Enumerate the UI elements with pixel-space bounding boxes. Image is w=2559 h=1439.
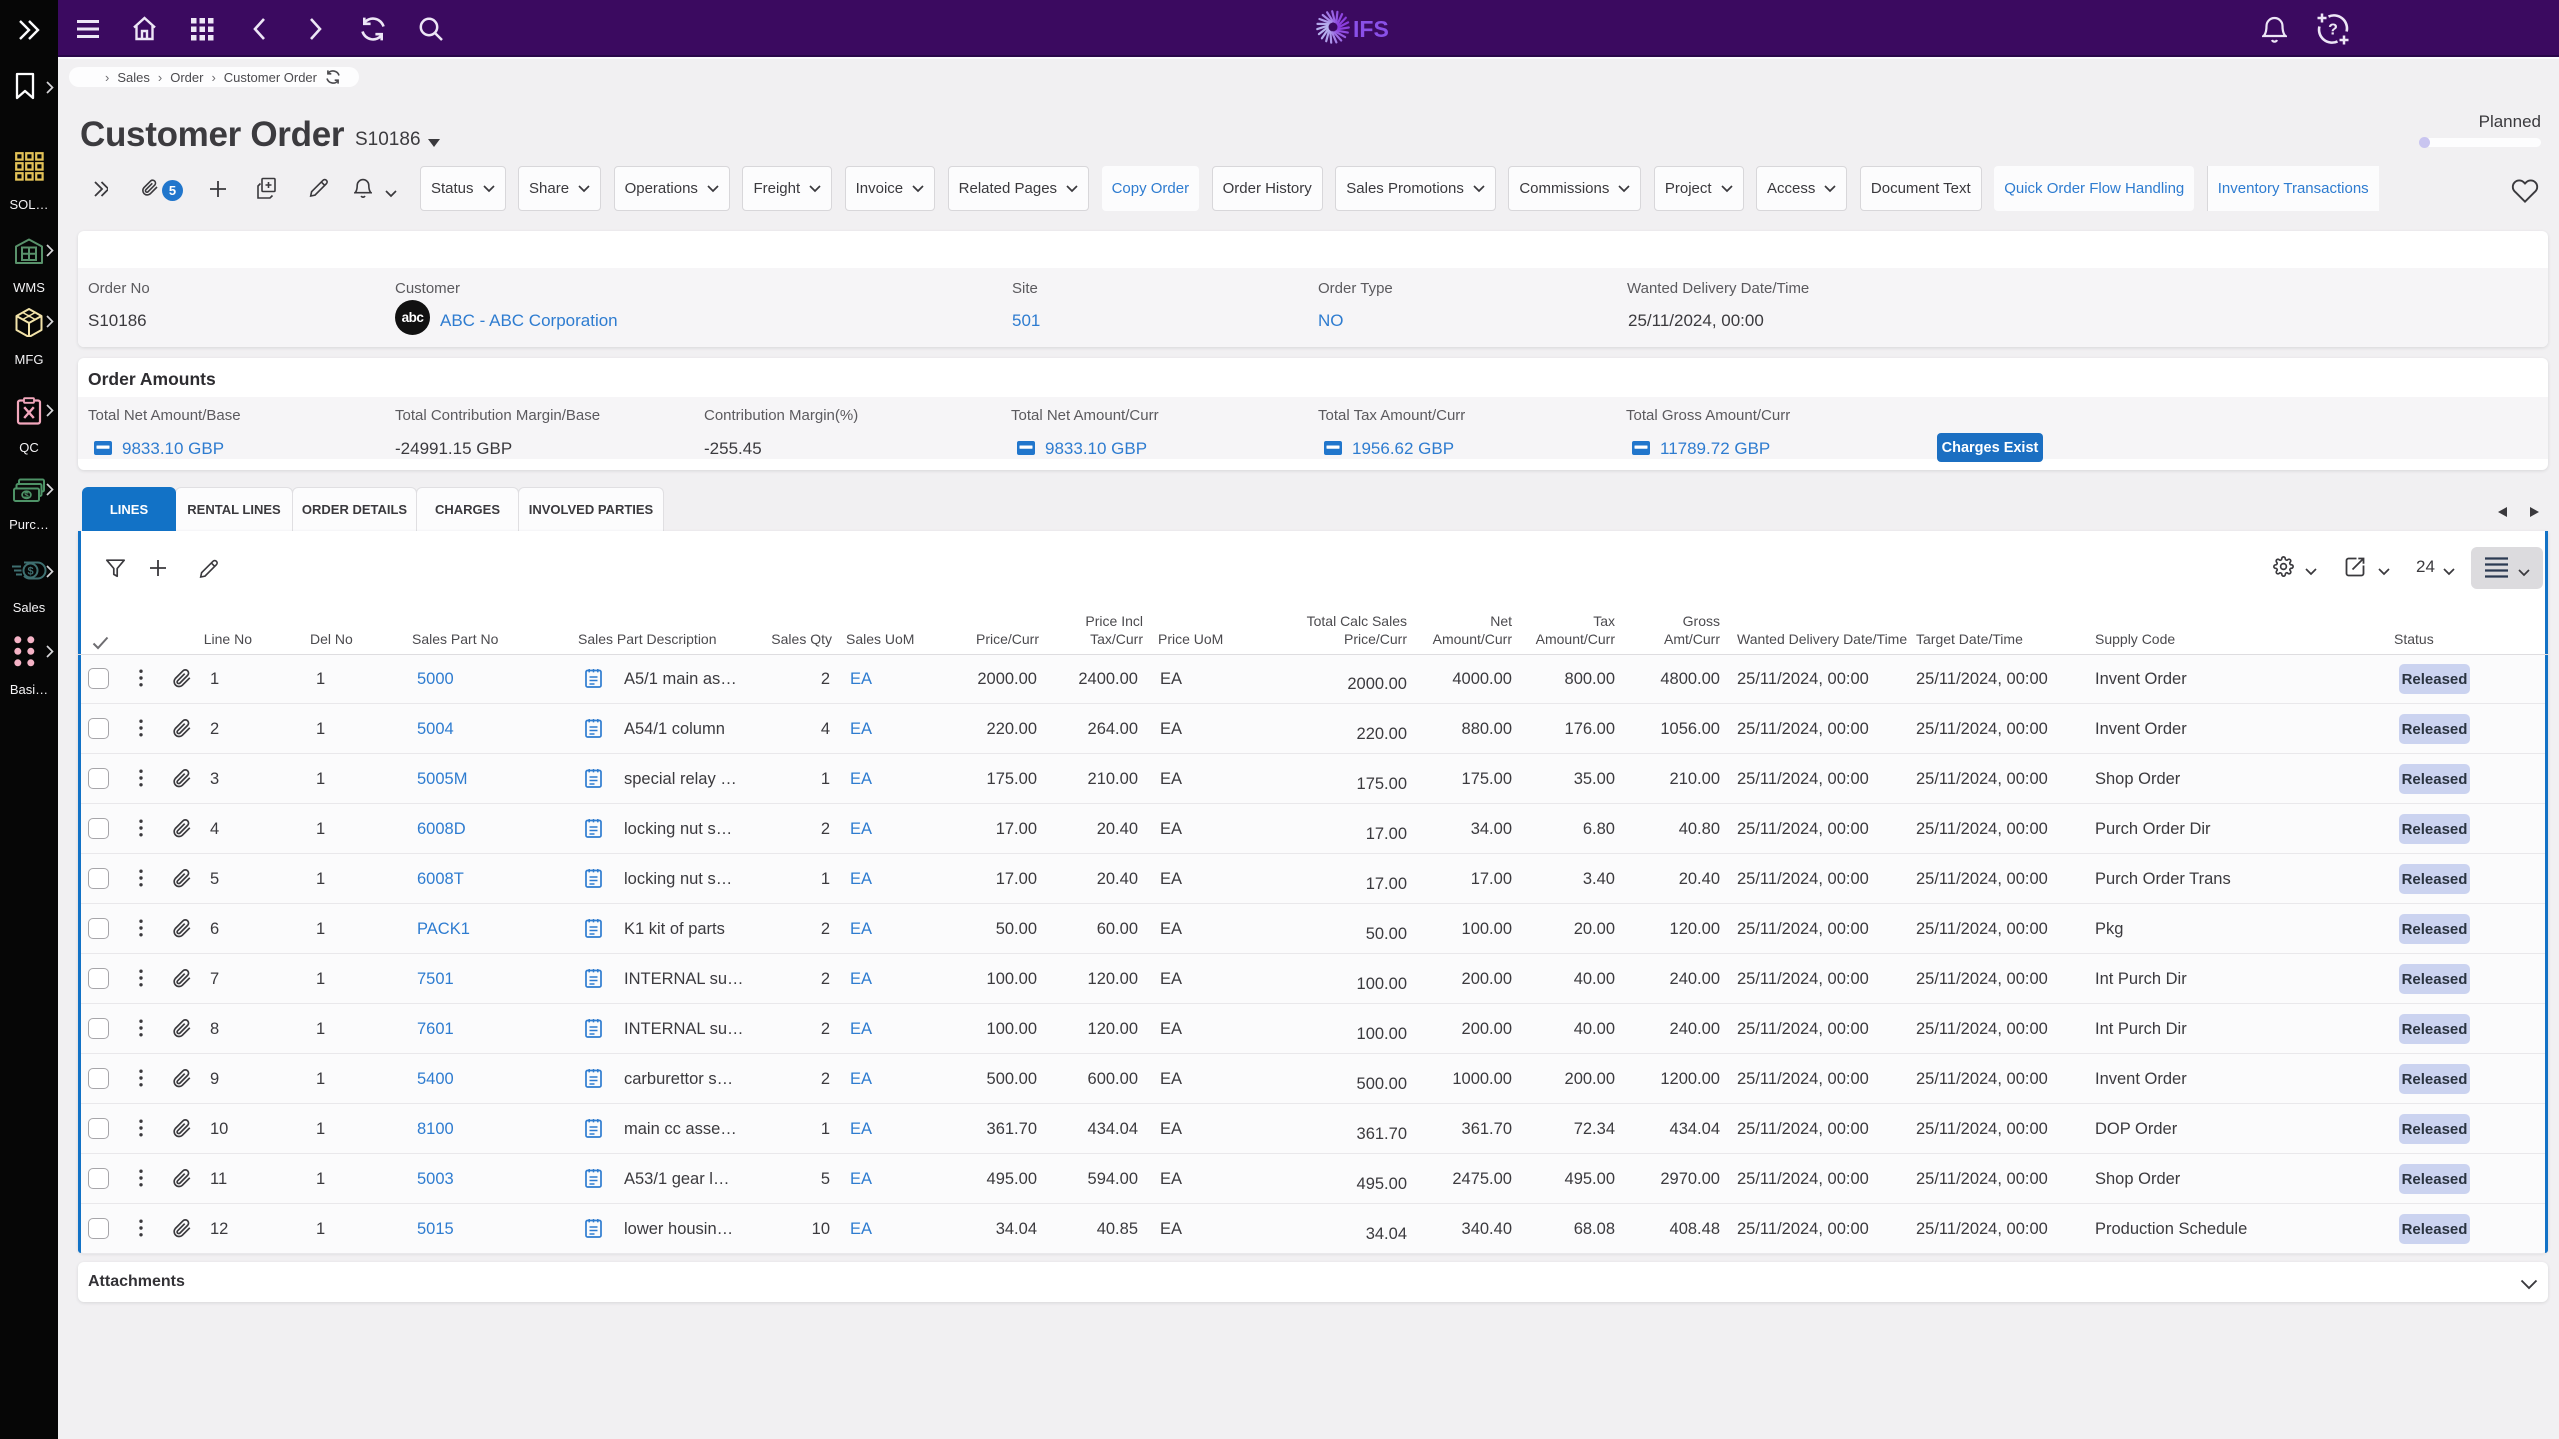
svg-text:$: $ (27, 566, 33, 578)
svg-text:$: $ (24, 491, 29, 500)
svg-text:?: ? (2328, 22, 2338, 39)
